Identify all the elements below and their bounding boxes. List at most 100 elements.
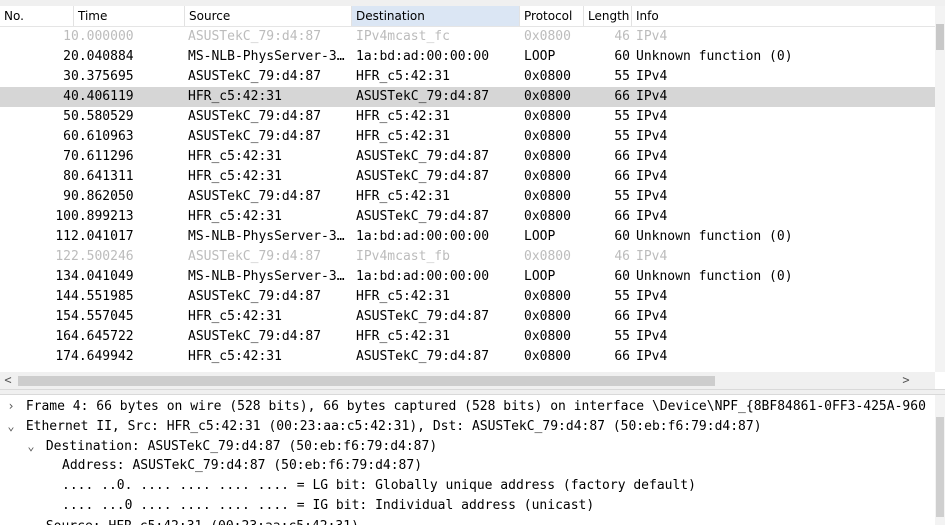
packet-source-cell: HFR_c5:42:31 (188, 169, 282, 184)
scroll-left-arrow-icon[interactable]: < (0, 372, 16, 389)
packet-length-cell: 66 (614, 169, 630, 184)
packet-destination-cell: 1a:bd:ad:00:00:00 (356, 49, 490, 64)
packet-time-cell: 0.000000 (71, 29, 134, 44)
packet-number-cell: 17 (55, 349, 71, 364)
packet-row[interactable]: 12 2.500246 ASUSTekC_79:d4:87 IPv4mcast_fb 0… (0, 247, 935, 267)
packet-length-cell: 55 (614, 129, 630, 144)
packet-source-cell: HFR_c5:42:31 (188, 349, 282, 364)
packet-length-cell: 55 (614, 69, 630, 84)
packet-destination-cell: IPv4mcast_fc (356, 29, 450, 44)
packet-time-cell: 0.862050 (71, 189, 134, 204)
packet-source-cell: ASUSTekC_79:d4:87 (188, 29, 322, 44)
packet-length-cell: 46 (614, 29, 630, 44)
packet-number-cell: 16 (55, 329, 71, 344)
column-header-source[interactable]: Source (185, 6, 352, 26)
collapse-arrow-icon[interactable]: › (4, 396, 18, 416)
packet-list-pane[interactable]: No. Time Source Destination Protocol Len… (0, 0, 945, 390)
packet-info-cell: IPv4 (636, 209, 668, 224)
packet-length-cell: 60 (614, 49, 630, 64)
column-header-no[interactable]: No. (0, 6, 74, 26)
packet-destination-cell: HFR_c5:42:31 (356, 329, 450, 344)
packet-time-cell: 0.641311 (71, 169, 134, 184)
packet-row[interactable]: 10 0.899213 HFR_c5:42:31 ASUSTekC_79:d4:87 0… (0, 207, 935, 227)
detail-text: Frame 4: 66 bytes on wire (528 bits), 66… (25, 399, 926, 414)
packet-length-cell: 46 (614, 249, 630, 264)
packet-list-header: No. Time Source Destination Protocol Len… (0, 6, 945, 27)
packet-number-cell: 3 (63, 69, 71, 84)
packet-row[interactable]: 4 0.406119 HFR_c5:42:31 ASUSTekC_79:d4:87 0x… (0, 87, 935, 107)
packet-info-cell: IPv4 (636, 289, 668, 304)
packet-length-cell: 66 (614, 149, 630, 164)
packet-length-cell: 60 (614, 229, 630, 244)
packet-source-cell: ASUSTekC_79:d4:87 (188, 109, 322, 124)
packet-source-cell: HFR_c5:42:31 (188, 209, 282, 224)
packet-source-cell: MS-NLB-PhysServer-3… (188, 269, 345, 284)
details-vertical-scrollbar[interactable] (935, 395, 945, 525)
detail-tree-item[interactable]: .... ...0 .... .... .... .... = IG bit: … (62, 496, 594, 516)
packet-row[interactable]: 13 4.041049 MS-NLB-PhysServer-3… 1a:bd:ad:0… (0, 267, 935, 287)
packet-info-cell: IPv4 (636, 89, 668, 104)
expand-arrow-icon[interactable]: ⌄ (24, 516, 38, 525)
packet-destination-cell: HFR_c5:42:31 (356, 289, 450, 304)
packet-row[interactable]: 17 4.649942 HFR_c5:42:31 ASUSTekC_79:d4:87 0… (0, 347, 935, 367)
packet-row[interactable]: 9 0.862050 ASUSTekC_79:d4:87 HFR_c5:42:31 0x… (0, 187, 935, 207)
packet-destination-cell: HFR_c5:42:31 (356, 109, 450, 124)
vertical-scroll-thumb[interactable] (936, 24, 944, 50)
packet-time-cell: 4.649942 (71, 349, 134, 364)
column-header-destination[interactable]: Destination (352, 6, 520, 26)
packet-row[interactable]: 3 0.375695 ASUSTekC_79:d4:87 HFR_c5:42:31 0x… (0, 67, 935, 87)
detail-tree-item[interactable]: › Frame 4: 66 bytes on wire (528 bits), … (4, 396, 926, 416)
packet-info-cell: Unknown function (0) (636, 49, 793, 64)
detail-tree-item[interactable]: Address: ASUSTekC_79:d4:87 (50:eb:f6:79:… (62, 456, 422, 476)
expand-arrow-icon[interactable]: ⌄ (24, 436, 38, 456)
packet-row[interactable]: 15 4.557045 HFR_c5:42:31 ASUSTekC_79:d4:87 0… (0, 307, 935, 327)
column-header-info[interactable]: Info (632, 6, 935, 26)
packet-number-cell: 5 (63, 109, 71, 124)
packet-row[interactable]: 1 0.000000 ASUSTekC_79:d4:87 IPv4mcast_fc 0x… (0, 27, 935, 47)
packet-length-cell: 66 (614, 349, 630, 364)
detail-tree-item[interactable]: .... ..0. .... .... .... .... = LG bit: … (62, 476, 696, 496)
detail-tree-item[interactable]: ⌄ Ethernet II, Src: HFR_c5:42:31 (00:23:… (4, 416, 762, 436)
packet-row[interactable]: 5 0.580529 ASUSTekC_79:d4:87 HFR_c5:42:31 0x… (0, 107, 935, 127)
packet-time-cell: 0.610963 (71, 129, 134, 144)
expand-arrow-icon[interactable]: ⌄ (4, 416, 18, 436)
detail-text: Source: HFR_c5:42:31 (00:23:aa:c5:42:31) (46, 519, 359, 525)
packet-destination-cell: IPv4mcast_fb (356, 249, 450, 264)
packet-destination-cell: ASUSTekC_79:d4:87 (356, 169, 490, 184)
packet-list-horizontal-scrollbar[interactable]: < > (0, 372, 935, 389)
packet-time-cell: 0.580529 (71, 109, 134, 124)
packet-length-cell: 66 (614, 209, 630, 224)
packet-destination-cell: HFR_c5:42:31 (356, 69, 450, 84)
packet-time-cell: 0.375695 (71, 69, 134, 84)
horizontal-scroll-thumb[interactable] (18, 376, 715, 386)
packet-row[interactable]: 7 0.611296 HFR_c5:42:31 ASUSTekC_79:d4:87 0x… (0, 147, 935, 167)
column-header-time[interactable]: Time (74, 6, 185, 26)
packet-number-cell: 10 (55, 209, 71, 224)
column-header-protocol[interactable]: Protocol (520, 6, 584, 26)
detail-text: Address: ASUSTekC_79:d4:87 (50:eb:f6:79:… (62, 458, 423, 473)
packet-list-vertical-scrollbar[interactable] (935, 6, 945, 372)
packet-row[interactable]: 11 2.041017 MS-NLB-PhysServer-3… 1a:bd:ad:0… (0, 227, 935, 247)
packet-info-cell: IPv4 (636, 149, 668, 164)
packet-row[interactable]: 8 0.641311 HFR_c5:42:31 ASUSTekC_79:d4:87 0x… (0, 167, 935, 187)
packet-row[interactable]: 14 4.551985 ASUSTekC_79:d4:87 HFR_c5:42:31 0… (0, 287, 935, 307)
packet-row[interactable]: 6 0.610963 ASUSTekC_79:d4:87 HFR_c5:42:31 0x… (0, 127, 935, 147)
packet-row[interactable]: 2 0.040884 MS-NLB-PhysServer-3… 1a:bd:ad:00… (0, 47, 935, 67)
packet-info-cell: IPv4 (636, 129, 668, 144)
column-header-length[interactable]: Length (584, 6, 632, 26)
packet-source-cell: MS-NLB-PhysServer-3… (188, 229, 345, 244)
packet-row[interactable]: 16 4.645722 ASUSTekC_79:d4:87 HFR_c5:42:31 0… (0, 327, 935, 347)
details-scroll-thumb[interactable] (936, 417, 944, 517)
detail-tree-item[interactable]: ⌄ Source: HFR_c5:42:31 (00:23:aa:c5:42:3… (24, 516, 359, 525)
packet-destination-cell: HFR_c5:42:31 (356, 189, 450, 204)
packet-time-cell: 0.406119 (71, 89, 134, 104)
detail-text: Destination: ASUSTekC_79:d4:87 (50:eb:f6… (45, 439, 438, 454)
detail-tree-item[interactable]: ⌄ Destination: ASUSTekC_79:d4:87 (50:eb:… (24, 436, 437, 456)
detail-text: Ethernet II, Src: HFR_c5:42:31 (00:23:aa… (25, 419, 762, 434)
packet-number-cell: 9 (63, 189, 71, 204)
packet-details-pane[interactable]: › Frame 4: 66 bytes on wire (528 bits), … (0, 395, 945, 525)
scroll-right-arrow-icon[interactable]: > (898, 372, 914, 389)
packet-source-cell: HFR_c5:42:31 (188, 89, 282, 104)
packet-length-cell: 55 (614, 329, 630, 344)
packet-info-cell: IPv4 (636, 189, 668, 204)
